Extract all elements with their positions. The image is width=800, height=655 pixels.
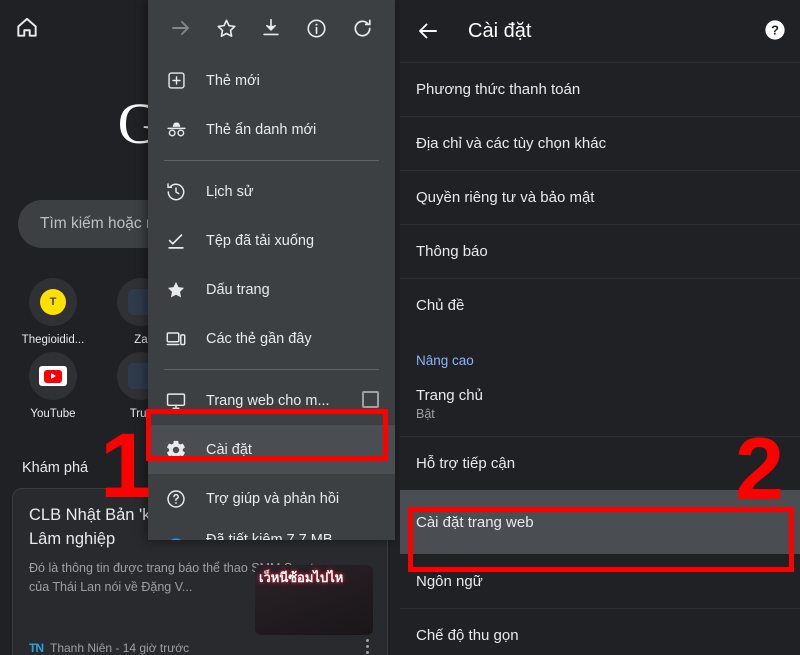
settings-header: Cài đặt ? — [400, 0, 800, 62]
page-info-icon[interactable] — [304, 15, 330, 41]
svg-text:?: ? — [771, 23, 779, 38]
download-icon[interactable] — [258, 15, 284, 41]
menu-item-label: Thẻ mới — [206, 72, 260, 89]
data-saver-text: Đã tiết kiệm 7,7 MB kể từ 21 Th12 — [206, 532, 333, 540]
news-thumbnail: เว็หนีซ้อมไปไห — [255, 565, 373, 635]
search-placeholder-text: Tìm kiếm hoặc nh — [40, 215, 164, 232]
settings-row-label: Địa chỉ và các tùy chọn khác — [416, 135, 607, 152]
home-icon[interactable] — [14, 14, 40, 40]
news-more-options-icon[interactable] — [359, 639, 375, 655]
settings-row-label: Phương thức thanh toán — [416, 81, 581, 98]
bookmarks-star-icon — [164, 278, 188, 302]
settings-row-label: Thông báo — [416, 243, 488, 260]
menu-item-new-tab[interactable]: Thẻ mới — [148, 56, 395, 105]
menu-item-data-saver[interactable]: Đã tiết kiệm 7,7 MB kể từ 21 Th12 — [148, 523, 395, 540]
data-saver-label: Đã tiết kiệm 7,7 MB — [206, 532, 333, 540]
settings-row-label: Quyền riêng tư và bảo mật — [416, 189, 595, 206]
settings-row-payment-methods[interactable]: Phương thức thanh toán — [400, 62, 800, 116]
page-title: Cài đặt — [468, 19, 532, 42]
settings-row-label: Chế độ thu gọn — [416, 627, 519, 644]
settings-row-lite-mode[interactable]: Chế độ thu gọn — [400, 608, 800, 655]
menu-item-label: Tệp đã tải xuống — [206, 232, 315, 249]
menu-item-label: Trang web cho m... — [206, 392, 330, 409]
reload-icon[interactable] — [349, 15, 375, 41]
chrome-new-tab-page: Google Tìm kiếm hoặc nh T Thegioidid... … — [0, 0, 400, 655]
help-icon[interactable]: ? — [764, 19, 786, 41]
news-footer: TN Thanh Niên - 14 giờ trước — [29, 641, 189, 655]
menu-item-label: Các thẻ gần đây — [206, 330, 312, 347]
menu-item-new-incognito-tab[interactable]: Thẻ ẩn danh mới — [148, 105, 395, 154]
settings-row-addresses[interactable]: Địa chỉ và các tùy chọn khác — [400, 116, 800, 170]
menu-item-recent-tabs[interactable]: Các thẻ gần đây — [148, 314, 395, 363]
settings-row-label: Trang chủ — [416, 387, 483, 404]
menu-toolbar — [148, 0, 395, 56]
youtube-icon — [29, 352, 77, 400]
desktop-site-checkbox[interactable] — [362, 391, 379, 408]
t-avatar-icon: T — [29, 278, 77, 326]
history-icon — [164, 180, 188, 204]
menu-item-label: Trợ giúp và phản hồi — [206, 490, 340, 507]
settings-row-notifications[interactable]: Thông báo — [400, 224, 800, 278]
settings-section-advanced: Nâng cao — [400, 332, 800, 372]
bookmark-star-icon[interactable] — [213, 15, 239, 41]
shortcut-youtube[interactable]: YouTube — [14, 352, 92, 420]
back-arrow-icon[interactable] — [416, 19, 440, 43]
shortcut-thegioididong[interactable]: T Thegioidid... — [14, 278, 92, 346]
annotation-step-1: 1 — [100, 415, 152, 517]
settings-row-privacy-security[interactable]: Quyền riêng tư và bảo mật — [400, 170, 800, 224]
menu-item-label: Dấu trang — [206, 281, 270, 298]
annotation-step-2: 2 — [735, 419, 784, 518]
menu-divider — [164, 160, 379, 161]
thanhnien-logo-icon: TN — [29, 641, 44, 655]
annotation-box-settings — [146, 409, 388, 461]
screenshot-root: Google Tìm kiếm hoặc nh T Thegioidid... … — [0, 0, 800, 655]
shortcut-label: YouTube — [30, 408, 76, 420]
explore-heading: Khám phá — [22, 460, 89, 476]
settings-row-label: Chủ đề — [416, 297, 465, 314]
forward-arrow-icon[interactable] — [168, 15, 194, 41]
settings-row-label: Hỗ trợ tiếp cận — [416, 455, 516, 472]
menu-item-label: Lịch sử — [206, 183, 254, 200]
incognito-icon — [164, 118, 188, 142]
news-source-text: Thanh Niên - 14 giờ trước — [50, 641, 190, 655]
menu-item-bookmarks[interactable]: Dấu trang — [148, 265, 395, 314]
menu-divider-2 — [164, 369, 379, 370]
menu-item-label: Thẻ ẩn danh mới — [206, 121, 317, 138]
settings-row-sublabel: Bật — [416, 407, 435, 421]
news-thumbnail-caption: เว็หนีซ้อมไปไห — [259, 570, 344, 585]
menu-item-history[interactable]: Lịch sử — [148, 167, 395, 216]
data-saver-icon — [164, 535, 188, 540]
menu-item-help-feedback[interactable]: Trợ giúp và phản hồi — [148, 474, 395, 523]
new-tab-icon — [164, 69, 188, 93]
settings-row-theme[interactable]: Chủ đề — [400, 278, 800, 332]
shortcut-label: Thegioidid... — [21, 334, 85, 346]
settings-row-label: Ngôn ngữ — [416, 572, 483, 590]
downloads-icon — [164, 229, 188, 253]
menu-item-downloads[interactable]: Tệp đã tải xuống — [148, 216, 395, 265]
recent-tabs-icon — [164, 327, 188, 351]
help-circle-icon — [164, 487, 188, 511]
settings-section-label: Nâng cao — [416, 353, 474, 368]
